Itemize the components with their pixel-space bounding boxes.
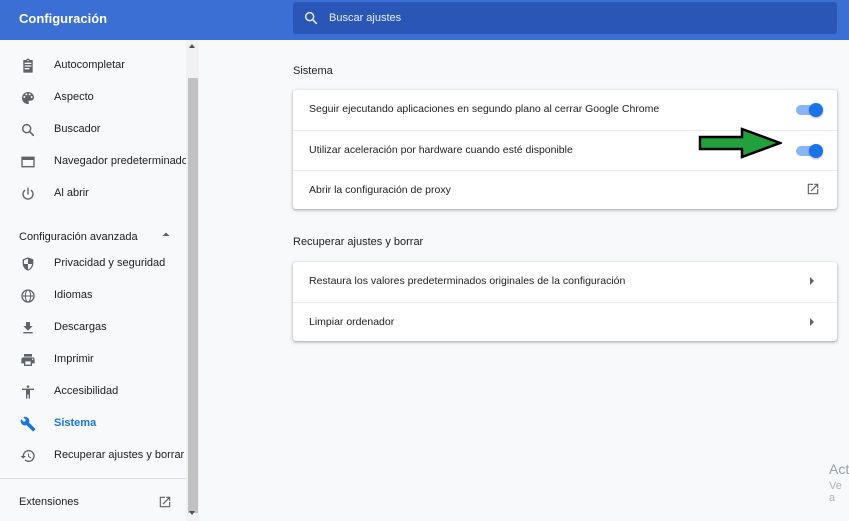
sidebar-item-label: Aspecto	[54, 91, 94, 103]
setting-label: Limpiar ordenador	[309, 316, 395, 328]
clipboard-icon	[23, 58, 33, 73]
sidebar-scrollbar[interactable]	[186, 40, 199, 521]
sidebar-item-label: Al abrir	[54, 187, 89, 199]
scroll-thumb[interactable]	[188, 78, 198, 513]
external-link-icon	[159, 496, 171, 508]
globe-icon	[21, 289, 35, 303]
scroll-up-arrow[interactable]	[189, 44, 195, 48]
search-box[interactable]	[293, 2, 837, 34]
sidebar: Autocompletar Aspecto Buscador Navegador…	[0, 40, 200, 521]
sidebar-item-label: Sistema	[54, 417, 97, 429]
sidebar-item-descargas[interactable]: Descargas	[0, 312, 186, 344]
setting-row-proxy[interactable]: Abrir la configuración de proxy	[293, 170, 837, 209]
hardware-acceleration-toggle[interactable]	[796, 144, 823, 158]
advanced-section-toggle[interactable]: Configuración avanzada	[19, 227, 179, 243]
section-title-recuperar: Recuperar ajustes y borrar	[293, 236, 424, 248]
sidebar-item-privacidad[interactable]: Privacidad y seguridad	[0, 248, 186, 280]
sidebar-item-navegador-predeterminado[interactable]: Navegador predeterminado	[0, 146, 188, 178]
sidebar-divider	[0, 478, 186, 479]
chevron-up-icon	[162, 232, 170, 236]
sidebar-item-recuperar[interactable]: Recuperar ajustes y borrar	[0, 440, 186, 472]
history-icon	[20, 449, 35, 462]
advanced-section-label: Configuración avanzada	[19, 231, 138, 243]
page-title: Configuración	[19, 11, 108, 26]
sidebar-item-aspecto[interactable]: Aspecto	[0, 82, 186, 114]
search-icon	[21, 123, 35, 137]
setting-label: Restaura los valores predeterminados ori…	[309, 275, 626, 287]
windows-activation-watermark: Act	[829, 461, 849, 477]
background-apps-toggle[interactable]	[796, 103, 823, 117]
external-link-icon[interactable]	[806, 182, 820, 196]
sidebar-item-idiomas[interactable]: Idiomas	[0, 280, 186, 312]
annotation-arrow-icon	[698, 127, 782, 159]
setting-label: Seguir ejecutando aplicaciones en segund…	[309, 103, 660, 115]
setting-row-cleanup[interactable]: Limpiar ordenador	[293, 302, 837, 341]
wrench-icon	[20, 416, 36, 432]
sidebar-item-sistema[interactable]: Sistema	[0, 408, 186, 440]
setting-row-background-apps[interactable]: Seguir ejecutando aplicaciones en segund…	[293, 90, 837, 129]
arrow-right-icon	[810, 277, 814, 285]
sidebar-item-label: Buscador	[54, 123, 101, 135]
sidebar-item-imprimir[interactable]: Imprimir	[0, 344, 186, 376]
sidebar-item-label: Autocompletar	[54, 59, 125, 71]
sidebar-item-label: Descargas	[54, 321, 107, 333]
windows-activation-watermark-sub: Ve a	[829, 480, 842, 504]
scroll-down-arrow[interactable]	[189, 511, 195, 515]
reset-settings-card: Restaura los valores predeterminados ori…	[293, 262, 837, 341]
sidebar-item-label: Imprimir	[54, 353, 94, 365]
palette-icon	[22, 92, 34, 104]
sidebar-item-label: Navegador predeterminado	[54, 155, 188, 167]
accessibility-icon	[22, 385, 34, 399]
download-icon	[23, 322, 33, 334]
setting-label: Utilizar aceleración por hardware cuando…	[309, 144, 573, 156]
shield-icon	[22, 257, 34, 271]
setting-row-restore-defaults[interactable]: Restaura los valores predeterminados ori…	[293, 262, 837, 301]
sidebar-item-autocompletar[interactable]: Autocompletar	[0, 50, 186, 82]
sidebar-item-label: Privacidad y seguridad	[54, 257, 166, 269]
sidebar-item-buscador[interactable]: Buscador	[0, 114, 186, 146]
sidebar-item-label: Recuperar ajustes y borrar	[54, 449, 185, 461]
power-icon	[22, 187, 34, 200]
sidebar-item-label: Idiomas	[54, 289, 93, 301]
browser-window-icon	[21, 156, 35, 168]
toggle-knob	[809, 103, 823, 117]
setting-label: Abrir la configuración de proxy	[309, 184, 451, 196]
toggle-knob	[809, 144, 823, 158]
search-icon	[304, 11, 318, 25]
section-title-sistema: Sistema	[293, 65, 333, 77]
top-bar: Configuración	[0, 0, 849, 40]
arrow-right-icon	[810, 318, 814, 326]
sidebar-item-label: Accesibilidad	[54, 385, 119, 397]
printer-icon	[21, 354, 35, 366]
sidebar-item-al-abrir[interactable]: Al abrir	[0, 178, 186, 210]
sidebar-item-label: Extensiones	[19, 496, 79, 508]
sidebar-item-extensiones[interactable]: Extensiones	[0, 487, 186, 517]
search-input[interactable]	[329, 10, 809, 26]
sidebar-item-accesibilidad[interactable]: Accesibilidad	[0, 376, 186, 408]
